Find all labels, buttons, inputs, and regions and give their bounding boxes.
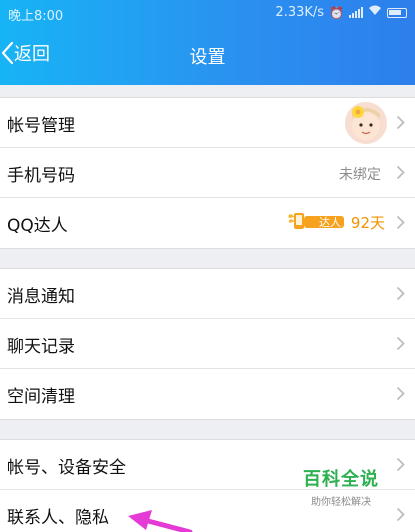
annotation-arrow-icon bbox=[128, 510, 193, 532]
